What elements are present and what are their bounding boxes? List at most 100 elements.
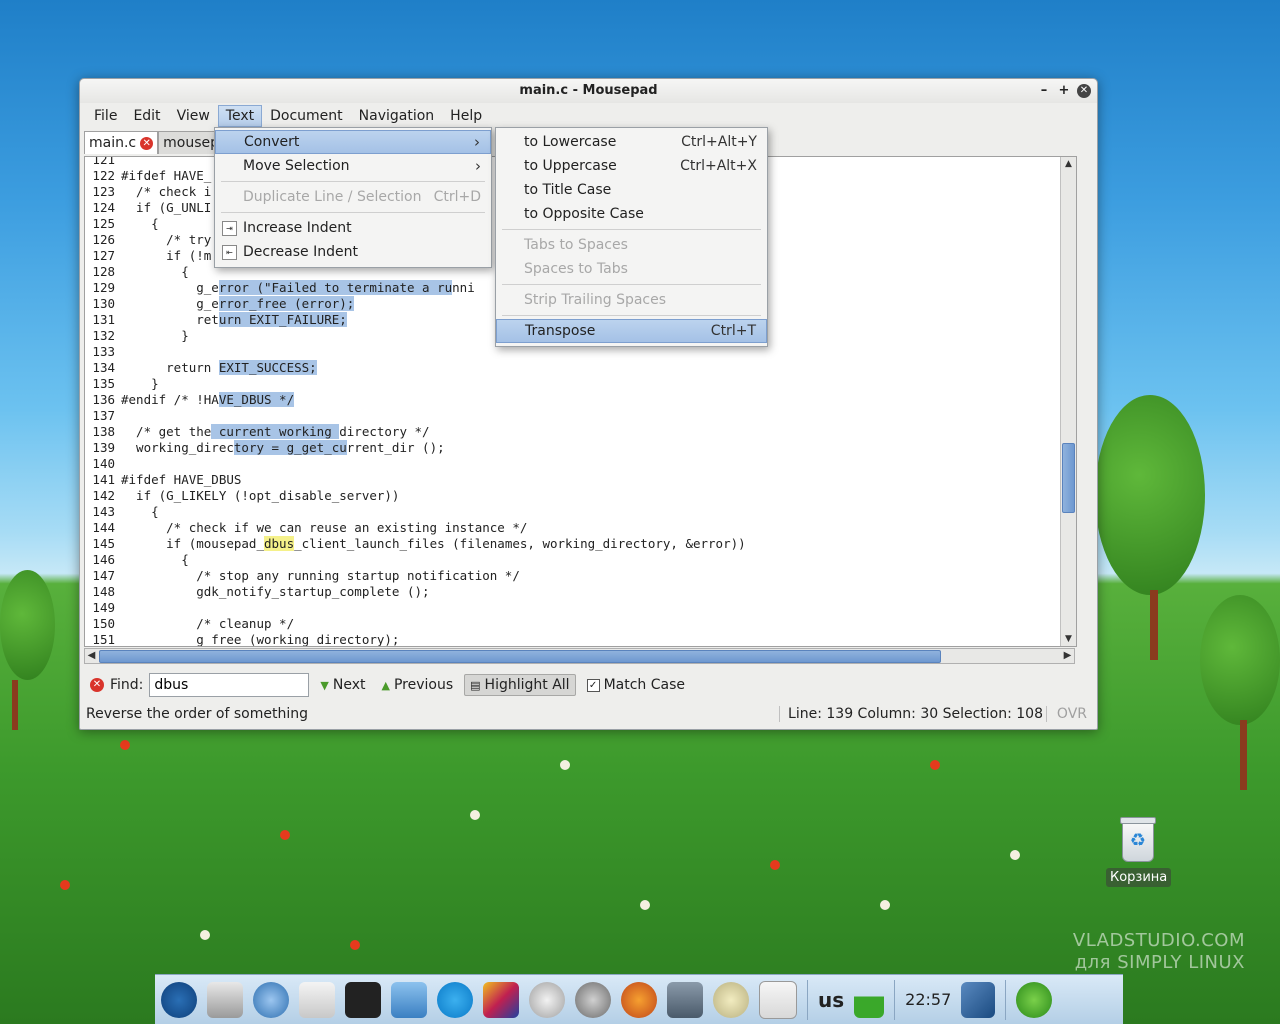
code-line: 142 if (G_LIKELY (!opt_disable_server)) [85,488,1059,504]
menu-item-increase-indent[interactable]: ⇥ Increase Indent [215,216,491,240]
network-globe-icon[interactable] [253,981,289,1018]
line-number: 131 [92,312,115,327]
mousepad-task-icon[interactable] [759,980,797,1019]
flower [640,900,650,910]
menu-text[interactable]: Text [217,105,263,127]
code-line: 143 { [85,504,1059,520]
menu-item-title-case[interactable]: to Title Case [496,178,767,202]
start-menu-icon[interactable] [161,981,197,1018]
code-line: 137 [85,408,1059,424]
menu-item-tabs-to-spaces[interactable]: Tabs to Spaces [496,233,767,257]
title-bar[interactable]: main.c - Mousepad – + ✕ [80,79,1097,103]
find-next-button[interactable]: ▼ Next [315,675,370,695]
find-previous-label: Previous [393,677,454,693]
menu-navigation[interactable]: Navigation [351,105,443,127]
line-number: 144 [92,520,115,535]
menu-item-opposite-case[interactable]: to Opposite Case [496,202,767,226]
tree-trunk [1150,590,1158,660]
file-manager-icon[interactable] [207,981,243,1018]
menu-file[interactable]: File [86,105,125,127]
line-number: 137 [92,408,115,423]
highlight-all-toggle[interactable]: ▤ Highlight All [464,674,576,696]
screenshot-icon[interactable] [299,981,335,1018]
tab-main-c[interactable]: main.c ✕ [84,131,159,154]
menu-shortcut: Ctrl+Alt+X [680,158,757,174]
skype-icon[interactable] [437,981,473,1018]
app-icon[interactable] [713,981,749,1018]
update-icon[interactable] [1016,981,1053,1018]
scroll-right-icon[interactable]: ▶ [1061,649,1074,663]
find-input[interactable] [149,673,310,697]
line-number: 125 [92,216,115,231]
scroll-left-icon[interactable]: ◀ [85,649,98,663]
code-line: 147 /* stop any running startup notifica… [85,568,1059,584]
find-previous-button[interactable]: ▲ Previous [377,675,459,695]
close-window-icon[interactable]: ✕ [1077,84,1091,98]
line-number: 132 [92,328,115,343]
line-number: 140 [92,456,115,471]
maximize-icon[interactable]: + [1057,84,1071,98]
firefox-icon[interactable] [621,981,657,1018]
menu-item-spaces-to-tabs[interactable]: Spaces to Tabs [496,257,767,281]
terminal-icon[interactable] [345,981,381,1018]
menu-help[interactable]: Help [442,105,490,127]
keyboard-layout[interactable]: us [818,988,844,1012]
horizontal-scroll-thumb[interactable] [99,650,941,663]
flower [470,810,480,820]
menu-shortcut: Ctrl+T [710,323,756,339]
menu-item-label: Duplicate Line / Selection [243,189,422,205]
menu-edit[interactable]: Edit [125,105,168,127]
code-text: { [121,264,189,279]
system-icon[interactable] [667,981,703,1018]
line-number: 148 [92,584,115,599]
horizontal-scrollbar[interactable]: ◀ ▶ [84,648,1075,664]
vertical-scrollbar[interactable]: ▲ ▼ [1060,157,1076,646]
virtualbox-icon[interactable] [391,981,427,1018]
tree-decoration [1095,395,1205,595]
menu-item-duplicate[interactable]: Duplicate Line / Selection Ctrl+D [215,185,491,209]
clock[interactable]: 22:57 [905,990,951,1009]
wifi-icon[interactable] [854,981,885,1018]
overwrite-mode[interactable]: OVR [1045,706,1087,722]
code-text: working_directory = g_get_current_dir ()… [121,440,445,455]
menu-item-strip-trailing[interactable]: Strip Trailing Spaces [496,288,767,312]
close-tab-icon[interactable]: ✕ [140,136,154,150]
menu-item-convert[interactable]: Convert › [215,130,491,154]
code-line: 135 } [85,376,1059,392]
menu-item-transpose[interactable]: Transpose Ctrl+T [496,319,767,343]
close-find-icon[interactable]: ✕ [90,678,104,692]
minimize-icon[interactable]: – [1037,84,1051,98]
menu-item-label: Strip Trailing Spaces [524,292,667,308]
code-line: 151 g_free (working_directory); [85,632,1059,646]
code-text: return EXIT_FAILURE; [121,312,347,327]
flower [200,930,210,940]
chevron-right-icon: › [474,133,480,151]
line-number: 141 [92,472,115,487]
taskbar-separator [894,979,896,1020]
checkbox-checked-icon: ✓ [586,678,600,692]
menu-separator [502,315,761,316]
menu-shortcut: Ctrl+D [433,189,481,205]
line-number: 146 [92,552,115,567]
disc-icon[interactable] [529,981,565,1018]
menu-document[interactable]: Document [262,105,351,127]
network-signal-icon[interactable] [961,981,996,1018]
scroll-up-icon[interactable]: ▲ [1061,157,1076,171]
menu-item-decrease-indent[interactable]: ⇤ Decrease Indent [215,240,491,264]
menu-item-uppercase[interactable]: to Uppercase Ctrl+Alt+X [496,154,767,178]
vertical-scroll-thumb[interactable] [1062,443,1075,513]
scroll-down-icon[interactable]: ▼ [1061,632,1076,646]
menu-item-lowercase[interactable]: to Lowercase Ctrl+Alt+Y [496,130,767,154]
settings-gear-icon[interactable] [575,981,611,1018]
match-case-checkbox[interactable]: ✓ Match Case [582,675,690,695]
window-title: main.c - Mousepad [519,83,658,98]
trash-desktop-icon[interactable]: ♻ Корзина [1106,817,1172,887]
text-menu: Convert › Move Selection › Duplicate Lin… [214,127,492,268]
code-line: 150 /* cleanup */ [85,616,1059,632]
status-bar: Reverse the order of something Line: 139… [80,703,1097,727]
menu-view[interactable]: View [169,105,218,127]
menu-item-move-selection[interactable]: Move Selection › [215,154,491,178]
menu-separator [502,284,761,285]
window-controls: – + ✕ [1037,79,1091,103]
image-viewer-icon[interactable] [483,981,519,1018]
